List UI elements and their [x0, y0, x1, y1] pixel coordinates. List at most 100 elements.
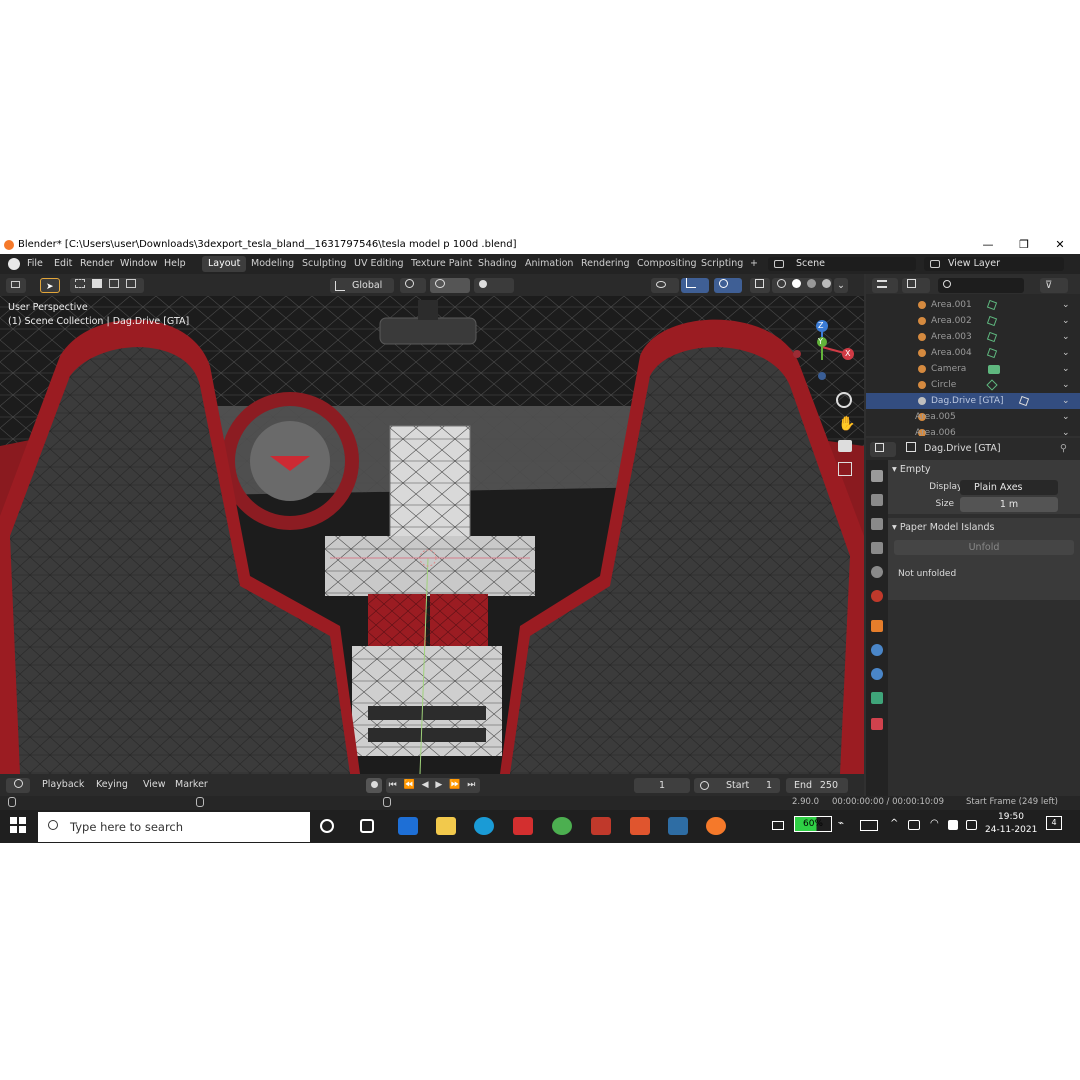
playback-controls[interactable]: ⏮ ⏪ ◀ ▶ ⏩ ⏭ — [386, 778, 480, 793]
shading-options-dropdown[interactable]: ⌄ — [834, 278, 848, 293]
close-button[interactable]: ✕ — [1045, 236, 1075, 254]
xray-toggle[interactable] — [750, 278, 770, 293]
start-frame-field[interactable]: Start 1 — [694, 778, 780, 793]
shading-mode-buttons[interactable] — [772, 278, 832, 293]
tab-sculpting[interactable]: Sculpting — [296, 256, 352, 272]
blender-menu-icon[interactable] — [8, 258, 20, 270]
menu-window[interactable]: Window — [120, 258, 157, 269]
file-explorer-icon[interactable] — [436, 817, 456, 835]
timeline-keying-menu[interactable]: Keying — [96, 779, 128, 790]
add-workspace-button[interactable]: + — [744, 256, 764, 272]
outliner-search-input[interactable] — [938, 278, 1024, 293]
restore-button[interactable]: ❐ — [1009, 236, 1039, 254]
tab-uv-editing[interactable]: UV Editing — [348, 256, 410, 272]
empty-panel-header[interactable]: ▾ Empty — [892, 461, 930, 479]
texture-tab-icon[interactable] — [871, 718, 883, 730]
size-field[interactable]: 1 m — [960, 497, 1058, 512]
blender-taskbar-icon[interactable] — [706, 817, 726, 835]
physics-tab-icon[interactable] — [871, 644, 883, 656]
pin-icon[interactable]: ⚲ — [1060, 441, 1067, 456]
tab-animation[interactable]: Animation — [519, 256, 579, 272]
scene-tab-icon[interactable] — [871, 566, 883, 578]
timeline-editor-type[interactable] — [6, 778, 30, 793]
timeline-playback-menu[interactable]: Playback — [42, 779, 84, 790]
outliner-row-area-003[interactable]: Area.003 ⌄ — [866, 329, 1080, 345]
network-icon[interactable] — [966, 820, 977, 830]
onedrive-icon[interactable] — [908, 820, 920, 830]
news-widget-icon[interactable] — [860, 820, 878, 831]
outliner-row-camera[interactable]: Camera ⌄ — [866, 361, 1080, 377]
cortana-icon[interactable] — [320, 819, 334, 833]
tab-layout[interactable]: Layout — [202, 256, 247, 272]
wifi-icon[interactable]: ◠ — [930, 818, 939, 829]
terminal-app-icon[interactable] — [668, 817, 688, 835]
outliner-editor-type[interactable] — [872, 278, 898, 293]
zoom-icon[interactable] — [836, 392, 852, 408]
end-frame-field[interactable]: End 250 — [786, 778, 848, 793]
display-mode-dropdown[interactable] — [902, 278, 930, 293]
clock-time[interactable]: 19:50 — [989, 812, 1033, 822]
outliner-row-area-005[interactable]: Area.005 ⌄ — [866, 409, 1080, 425]
view-layer-tab-icon[interactable] — [871, 542, 883, 554]
world-tab-icon[interactable] — [871, 590, 883, 602]
paper-model-panel-header[interactable]: ▾ Paper Model Islands — [892, 519, 995, 537]
record-button[interactable] — [366, 778, 382, 793]
3d-viewport[interactable]: User Perspective (1) Scene Collection | … — [0, 296, 864, 774]
pinned-app-icon[interactable] — [591, 817, 611, 835]
snap-toggle[interactable] — [430, 278, 470, 293]
gizmo-toggle[interactable] — [681, 278, 709, 293]
document-app-icon[interactable] — [630, 817, 650, 835]
battery-indicator[interactable]: 60% — [794, 816, 832, 832]
object-tab-icon[interactable] — [871, 620, 883, 632]
menu-file[interactable]: File — [27, 258, 43, 269]
tab-shading[interactable]: Shading — [472, 256, 523, 272]
selection-mode-buttons[interactable] — [70, 278, 144, 293]
chrome-icon[interactable] — [552, 817, 572, 835]
outliner-row-dag-drive[interactable]: Dag.Drive [GTA] ⌄ — [866, 393, 1080, 409]
object-data-tab-icon[interactable] — [871, 692, 883, 704]
pivot-point-dropdown[interactable] — [400, 278, 426, 293]
properties-editor-type[interactable] — [870, 442, 896, 457]
current-frame-field[interactable]: 1 — [634, 778, 690, 793]
timeline-marker-menu[interactable]: Marker — [175, 779, 208, 790]
camera-view-icon[interactable] — [838, 440, 852, 452]
taskbar-search-input[interactable]: Type here to search — [38, 812, 310, 842]
edge-icon[interactable] — [474, 817, 494, 835]
tab-modeling[interactable]: Modeling — [245, 256, 300, 272]
display-as-dropdown[interactable]: Plain Axes — [960, 480, 1058, 495]
outliner-row-area-002[interactable]: Area.002 ⌄ — [866, 313, 1080, 329]
editor-type-button[interactable] — [6, 278, 26, 293]
timeline-view-menu[interactable]: View — [143, 779, 166, 790]
outliner-row-circle[interactable]: Circle ⌄ — [866, 377, 1080, 393]
tab-rendering[interactable]: Rendering — [575, 256, 636, 272]
outliner-row-area-001[interactable]: Area.001 ⌄ — [866, 297, 1080, 313]
overlays-toggle[interactable] — [714, 278, 742, 293]
book-app-icon[interactable] — [513, 817, 533, 835]
menu-edit[interactable]: Edit — [54, 258, 72, 269]
windows-start-icon[interactable] — [10, 817, 26, 835]
task-view-icon[interactable] — [360, 819, 374, 833]
tab-texture-paint[interactable]: Texture Paint — [405, 256, 478, 272]
outliner-row-area-004[interactable]: Area.004 ⌄ — [866, 345, 1080, 361]
filter-dropdown[interactable]: ⊽ — [1040, 278, 1068, 293]
tab-scripting[interactable]: Scripting — [695, 256, 749, 272]
notifications-button[interactable]: 4 — [1046, 816, 1062, 830]
outliner-row-area-006[interactable]: Area.006 ⌄ — [866, 425, 1080, 436]
scene-selector[interactable]: Scene — [768, 257, 916, 271]
speaker-icon[interactable] — [948, 820, 958, 830]
menu-help[interactable]: Help — [164, 258, 186, 269]
proportional-editing-toggle[interactable] — [474, 278, 514, 293]
clock-date[interactable]: 24-11-2021 — [985, 825, 1037, 835]
grid-perspective-icon[interactable] — [838, 462, 852, 476]
visibility-dropdown[interactable] — [651, 278, 679, 293]
select-tool-button[interactable]: ➤ — [40, 278, 60, 293]
minimize-button[interactable]: — — [973, 236, 1003, 254]
menu-render[interactable]: Render — [80, 258, 114, 269]
hand-pan-icon[interactable]: ✋ — [838, 416, 855, 432]
constraints-tab-icon[interactable] — [871, 668, 883, 680]
chevron-up-icon[interactable]: ^ — [890, 818, 898, 829]
view-layer-selector[interactable]: View Layer — [924, 257, 1064, 271]
transform-orientation-dropdown[interactable]: Global — [330, 278, 394, 293]
printer-icon[interactable] — [772, 821, 784, 830]
output-tab-icon[interactable] — [871, 518, 883, 530]
